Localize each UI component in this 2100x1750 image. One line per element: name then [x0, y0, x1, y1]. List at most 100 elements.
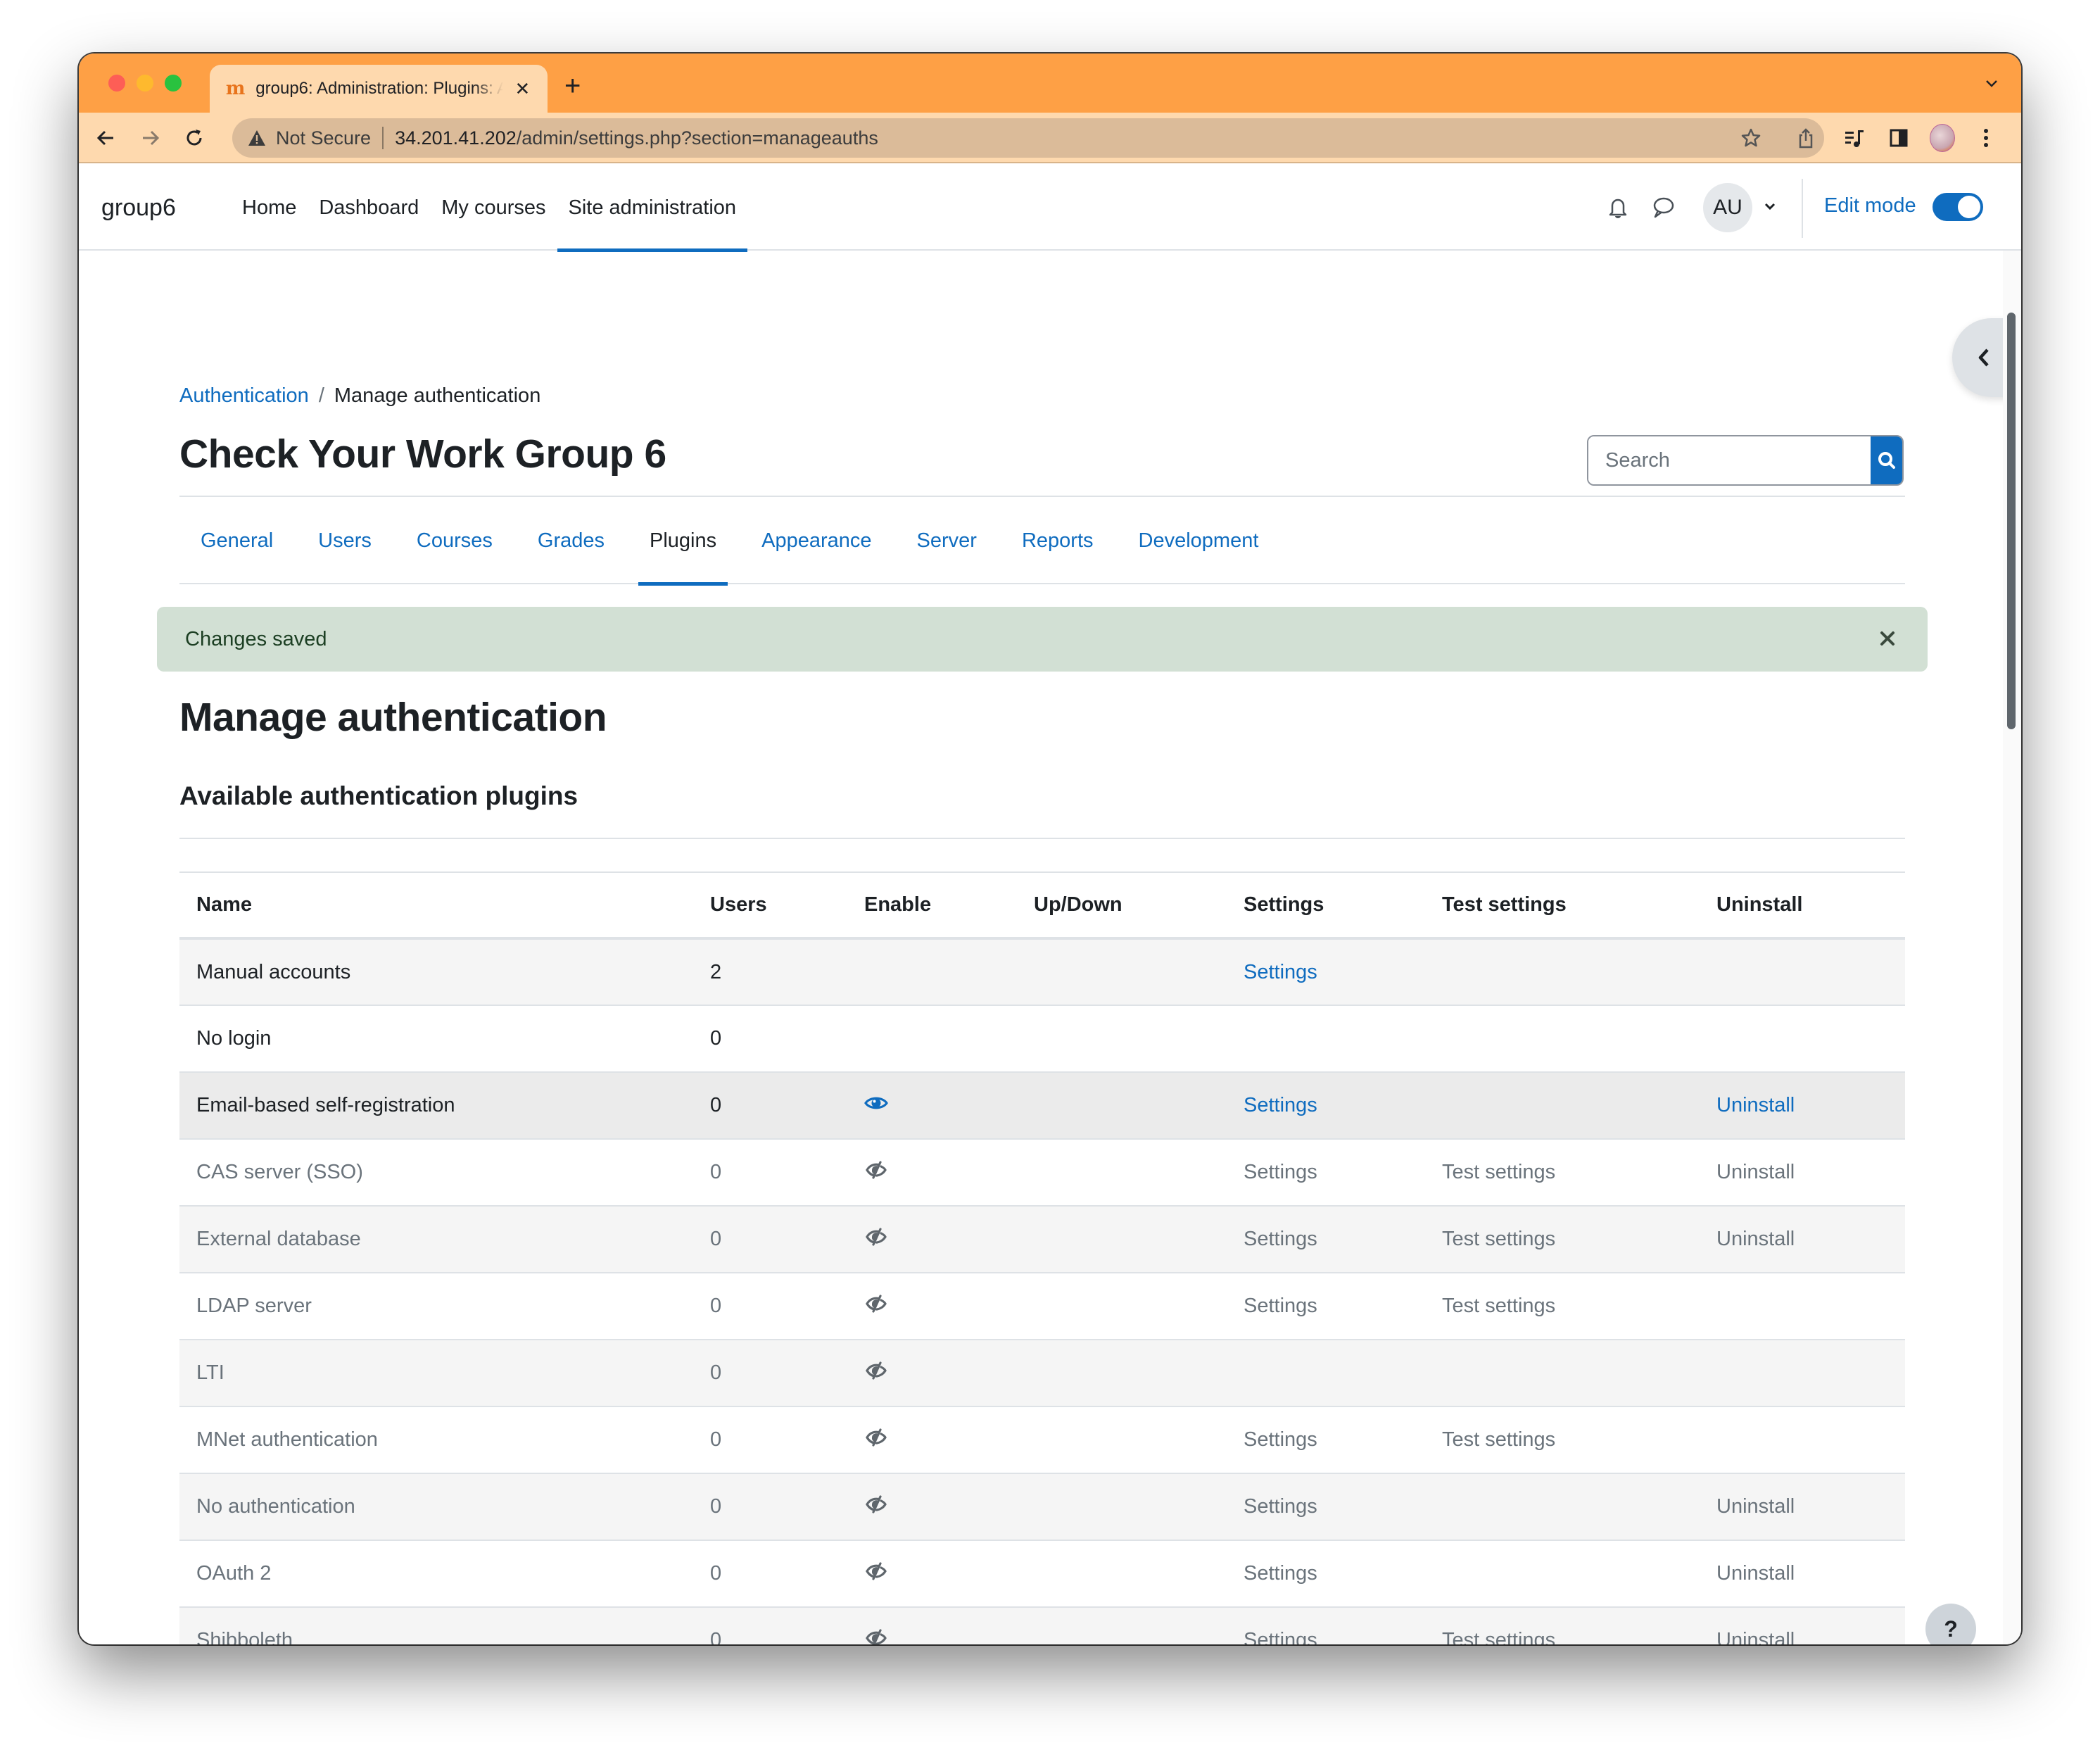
- reload-icon[interactable]: [182, 125, 207, 151]
- enable-plugin-eye-slash-icon[interactable]: [864, 1494, 890, 1513]
- edit-mode-toggle[interactable]: [1933, 193, 1983, 221]
- plugin-test-settings-cell: Test settings: [1425, 1607, 1700, 1644]
- settings-link[interactable]: Settings: [1244, 1295, 1317, 1317]
- settings-link[interactable]: Settings: [1244, 1629, 1317, 1644]
- nav-site-administration[interactable]: Site administration: [557, 165, 748, 252]
- column-header-users: Users: [693, 871, 847, 940]
- plugin-user-count: 0: [693, 1273, 847, 1340]
- profile-avatar[interactable]: [1930, 124, 1955, 152]
- table-row: LTI 0: [179, 1340, 1905, 1407]
- test-settings-link[interactable]: Test settings: [1442, 1228, 1555, 1250]
- browser-menu-icon[interactable]: [1973, 125, 1999, 151]
- uninstall-link[interactable]: Uninstall: [1716, 1228, 1795, 1250]
- security-status-label[interactable]: Not Secure: [276, 127, 371, 149]
- plugin-name: Shibboleth: [179, 1607, 693, 1644]
- user-avatar[interactable]: AU: [1703, 183, 1752, 232]
- tab-users[interactable]: Users: [307, 497, 383, 584]
- side-panel-icon[interactable]: [1886, 125, 1911, 151]
- close-window-button[interactable]: [108, 75, 125, 92]
- warning-triangle-icon[interactable]: [248, 129, 266, 147]
- uninstall-link[interactable]: Uninstall: [1716, 1562, 1795, 1585]
- maximize-window-button[interactable]: [165, 75, 182, 92]
- test-settings-link[interactable]: Test settings: [1442, 1629, 1555, 1644]
- plugin-enable-cell: [847, 1005, 1017, 1073]
- media-control-icon[interactable]: [1842, 125, 1868, 151]
- tab-grades[interactable]: Grades: [526, 497, 616, 584]
- column-header-test-settings: Test settings: [1425, 871, 1700, 940]
- search-submit-button[interactable]: [1871, 436, 1902, 484]
- user-menu-chevron-down-icon[interactable]: [1762, 199, 1778, 214]
- back-arrow-icon[interactable]: [93, 125, 118, 151]
- scrollbar-thumb[interactable]: [2007, 313, 2016, 729]
- uninstall-link[interactable]: Uninstall: [1716, 1495, 1795, 1518]
- forward-arrow-icon[interactable]: [138, 125, 163, 151]
- auth-plugins-table: Name Users Enable Up/Down Settings Test …: [179, 871, 1905, 1644]
- tab-plugins[interactable]: Plugins: [638, 497, 728, 586]
- enable-plugin-eye-slash-icon[interactable]: [864, 1361, 890, 1380]
- nav-dashboard[interactable]: Dashboard: [308, 165, 430, 251]
- plugin-settings-cell: Settings: [1227, 1206, 1425, 1273]
- edit-mode-label[interactable]: Edit mode: [1824, 194, 1916, 218]
- settings-link[interactable]: Settings: [1244, 1495, 1317, 1518]
- site-brand[interactable]: group6: [101, 194, 176, 222]
- help-button[interactable]: ?: [1925, 1604, 1976, 1644]
- tab-server[interactable]: Server: [906, 497, 988, 584]
- bookmark-star-icon[interactable]: [1740, 127, 1762, 149]
- share-icon[interactable]: [1795, 127, 1817, 149]
- enable-plugin-eye-slash-icon[interactable]: [864, 1561, 890, 1580]
- uninstall-link[interactable]: Uninstall: [1716, 1161, 1795, 1183]
- test-settings-link[interactable]: Test settings: [1442, 1161, 1555, 1183]
- plugin-uninstall-cell: Uninstall: [1700, 1540, 1905, 1608]
- plugin-name: MNet authentication: [179, 1406, 693, 1474]
- notifications-bell-icon[interactable]: [1605, 194, 1631, 221]
- enable-plugin-eye-slash-icon[interactable]: [864, 1628, 890, 1644]
- settings-link[interactable]: Settings: [1244, 1428, 1317, 1451]
- settings-link[interactable]: Settings: [1244, 1094, 1317, 1116]
- tab-development[interactable]: Development: [1127, 497, 1270, 584]
- messages-chat-icon[interactable]: [1650, 194, 1676, 221]
- table-row: No authentication 0 Settings Uninstall: [179, 1473, 1905, 1541]
- disable-plugin-eye-icon[interactable]: [864, 1094, 890, 1112]
- alert-close-icon[interactable]: [1877, 628, 1898, 649]
- uninstall-link[interactable]: Uninstall: [1716, 1094, 1795, 1116]
- tab-reports[interactable]: Reports: [1011, 497, 1105, 584]
- moodle-navbar: group6 Home Dashboard My courses Site ad…: [79, 165, 2021, 252]
- enable-plugin-eye-slash-icon[interactable]: [864, 1294, 890, 1313]
- table-body: Manual accounts 2 Settings No login 0 Email-b…: [179, 938, 1905, 1644]
- nav-my-courses[interactable]: My courses: [430, 165, 557, 251]
- plugin-uninstall-cell: Uninstall: [1700, 1206, 1905, 1273]
- plugin-enable-cell: [847, 938, 1017, 1006]
- plugin-updown-cell: [1017, 1340, 1227, 1407]
- settings-link[interactable]: Settings: [1244, 961, 1317, 983]
- plugin-test-settings-cell: Test settings: [1425, 1406, 1700, 1474]
- test-settings-link[interactable]: Test settings: [1442, 1295, 1555, 1317]
- url-text[interactable]: 34.201.41.202/admin/settings.php?section…: [395, 127, 878, 149]
- plugin-updown-cell: [1017, 1540, 1227, 1608]
- tab-general[interactable]: General: [189, 497, 284, 584]
- browser-tab[interactable]: m group6: Administration: Plugins: Authe…: [210, 65, 548, 113]
- new-tab-button[interactable]: +: [564, 72, 581, 100]
- tab-appearance[interactable]: Appearance: [750, 497, 883, 584]
- enable-plugin-eye-slash-icon[interactable]: [864, 1227, 890, 1246]
- nav-home[interactable]: Home: [231, 165, 308, 251]
- settings-link[interactable]: Settings: [1244, 1161, 1317, 1183]
- tab-search-chevron-icon[interactable]: [1983, 75, 2000, 92]
- admin-search-input[interactable]: [1588, 436, 1871, 484]
- settings-link[interactable]: Settings: [1244, 1228, 1317, 1250]
- enable-plugin-eye-slash-icon[interactable]: [864, 1428, 890, 1447]
- test-settings-link[interactable]: Test settings: [1442, 1428, 1555, 1451]
- plugin-test-settings-cell: [1425, 1473, 1700, 1541]
- tab-courses[interactable]: Courses: [405, 497, 504, 584]
- table-row: External database 0 Settings Test settings U…: [179, 1206, 1905, 1273]
- uninstall-link[interactable]: Uninstall: [1716, 1629, 1795, 1644]
- settings-link[interactable]: Settings: [1244, 1562, 1317, 1585]
- plugin-name: LTI: [179, 1340, 693, 1407]
- minimize-window-button[interactable]: [137, 75, 153, 92]
- plugin-user-count: 0: [693, 1473, 847, 1541]
- address-bar[interactable]: Not Secure 34.201.41.202/admin/settings.…: [232, 118, 1824, 158]
- subheading-divider: [179, 838, 1905, 839]
- enable-plugin-eye-slash-icon[interactable]: [864, 1160, 890, 1179]
- breadcrumb-authentication[interactable]: Authentication: [179, 384, 309, 408]
- plugin-updown-cell: [1017, 1607, 1227, 1644]
- tab-close-icon[interactable]: ✕: [513, 78, 532, 100]
